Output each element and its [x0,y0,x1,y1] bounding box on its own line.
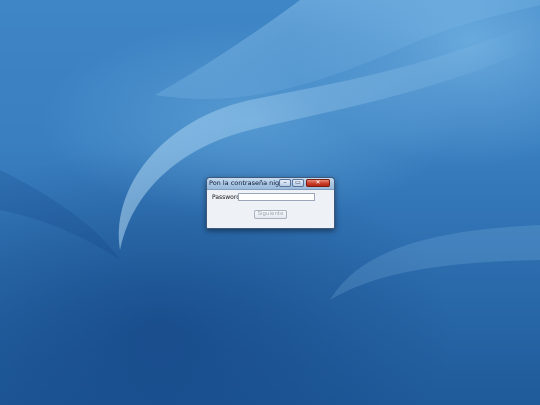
maximize-icon: ▭ [295,179,301,186]
close-icon: ✕ [315,179,321,186]
dialog-titlebar[interactable]: Pon la contraseña nigga – ▭ ✕ [207,178,334,190]
next-button[interactable]: Siguiente [254,210,287,219]
maximize-button[interactable]: ▭ [292,179,304,187]
minimize-button[interactable]: – [279,179,291,187]
dialog-title: Pon la contraseña nigga [209,179,288,187]
password-dialog: Pon la contraseña nigga – ▭ ✕ Password: … [206,177,335,229]
minimize-icon: – [283,179,287,186]
password-input[interactable] [238,193,315,201]
dialog-content: Password: Siguiente [207,190,334,228]
close-button[interactable]: ✕ [306,179,330,187]
